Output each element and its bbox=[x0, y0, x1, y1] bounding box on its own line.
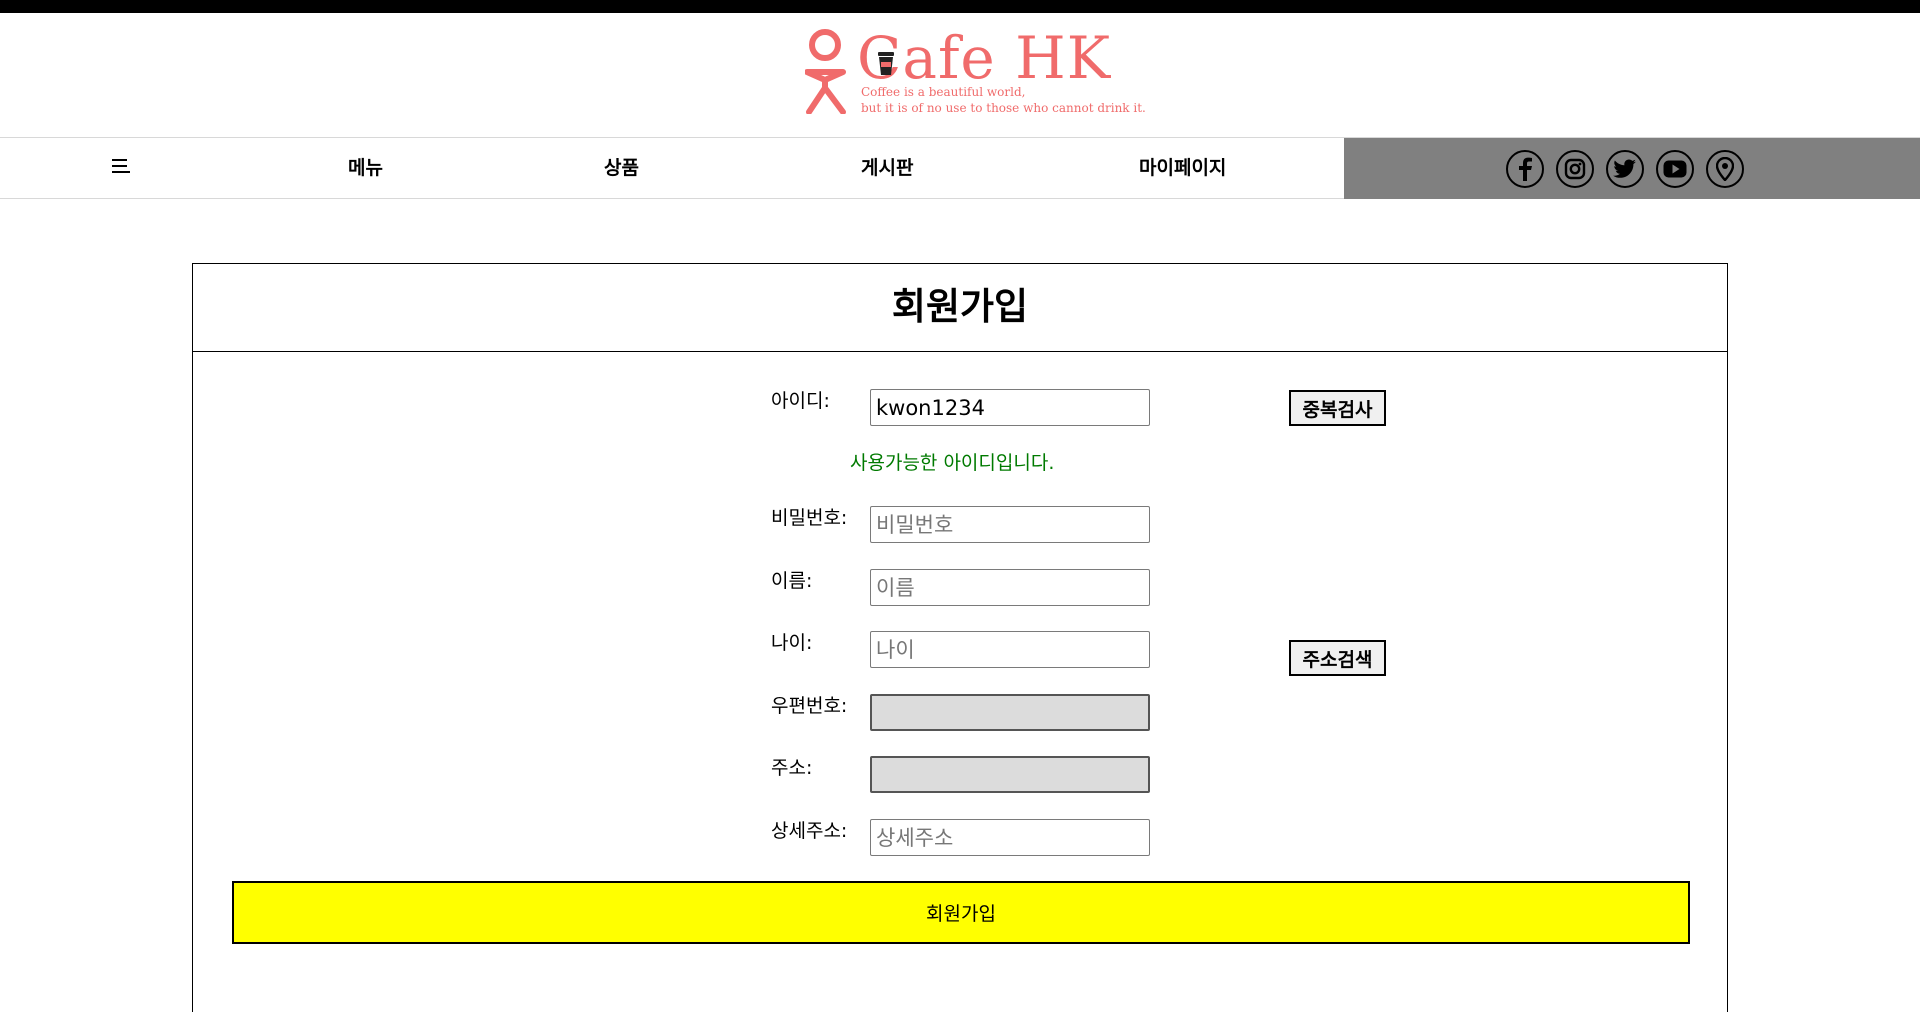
location-pin-icon[interactable] bbox=[1706, 150, 1744, 188]
signup-card: 회원가입 아이디: 중복검사 사용가능한 아이디입니다. 비밀번호: 이름: 나… bbox=[192, 263, 1728, 1012]
id-input[interactable] bbox=[870, 389, 1150, 426]
brand-tagline-line1: Coffee is a beautiful world, bbox=[861, 85, 1026, 99]
instagram-icon[interactable] bbox=[1556, 150, 1594, 188]
nav-menu: 메뉴 상품 게시판 마이페이지 bbox=[0, 138, 1344, 198]
page-title: 회원가입 bbox=[891, 285, 1029, 328]
address-search-button[interactable]: 주소검색 bbox=[1289, 640, 1386, 676]
password-input[interactable] bbox=[870, 506, 1150, 543]
nav-item-menu[interactable]: 메뉴 bbox=[348, 154, 383, 182]
facebook-icon[interactable] bbox=[1506, 150, 1544, 188]
signup-card-header: 회원가입 bbox=[193, 264, 1727, 352]
zipcode-label: 우편번호: bbox=[771, 695, 848, 717]
brand-logo[interactable]: Cafe HK Coffee is a beautiful world, but… bbox=[805, 28, 1146, 116]
top-strip bbox=[0, 0, 1920, 13]
signup-submit-button[interactable]: 회원가입 bbox=[232, 881, 1690, 944]
coffee-cup-icon bbox=[878, 52, 894, 75]
hamburger-icon[interactable] bbox=[109, 156, 131, 178]
address-field[interactable] bbox=[870, 756, 1150, 793]
brand-tagline: Coffee is a beautiful world, but it is o… bbox=[861, 84, 1146, 116]
detail-address-input[interactable] bbox=[870, 819, 1150, 856]
address-label: 주소: bbox=[771, 757, 813, 779]
brand-tagline-line2: but it is of no use to those who cannot … bbox=[861, 101, 1146, 115]
logo-figure-icon bbox=[805, 29, 846, 114]
age-input[interactable] bbox=[870, 631, 1150, 668]
nav-item-products[interactable]: 상품 bbox=[604, 154, 639, 182]
zipcode-field[interactable] bbox=[870, 694, 1150, 731]
duplicate-check-button[interactable]: 중복검사 bbox=[1289, 390, 1386, 426]
social-links bbox=[1344, 138, 1920, 199]
twitter-icon[interactable] bbox=[1606, 150, 1644, 188]
password-label: 비밀번호: bbox=[771, 507, 848, 529]
nav-item-board[interactable]: 게시판 bbox=[861, 154, 913, 182]
id-available-message: 사용가능한 아이디입니다. bbox=[850, 452, 1055, 474]
name-input[interactable] bbox=[870, 569, 1150, 606]
detail-address-label: 상세주소: bbox=[771, 820, 848, 842]
nav-item-mypage[interactable]: 마이페이지 bbox=[1139, 154, 1226, 182]
youtube-icon[interactable] bbox=[1656, 150, 1694, 188]
name-label: 이름: bbox=[771, 570, 813, 592]
age-label: 나이: bbox=[771, 632, 813, 654]
id-label: 아이디: bbox=[771, 390, 830, 412]
main-navbar: 메뉴 상품 게시판 마이페이지 bbox=[0, 137, 1920, 199]
